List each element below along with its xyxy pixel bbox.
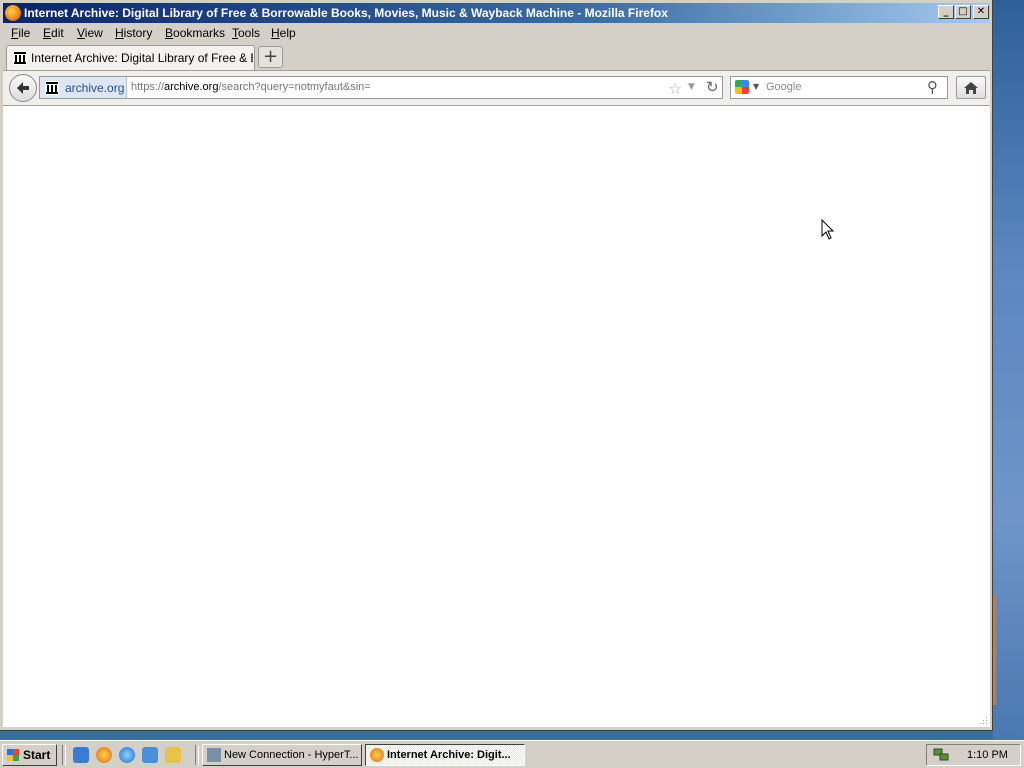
menu-file[interactable]: File bbox=[11, 26, 30, 40]
url-scheme: https:// bbox=[131, 81, 165, 93]
search-box[interactable]: ▼ Google ⚲ bbox=[730, 76, 948, 99]
home-icon bbox=[964, 82, 978, 94]
clock[interactable]: 1:10 PM bbox=[967, 749, 1008, 761]
search-icon[interactable]: ⚲ bbox=[927, 78, 938, 96]
menu-bookmarks[interactable]: Bookmarks bbox=[165, 26, 225, 40]
bookmark-star-icon[interactable]: ☆ bbox=[668, 79, 682, 98]
menu-edit[interactable]: Edit bbox=[43, 26, 64, 40]
url-bar[interactable]: archive.org https://archive.org/search?q… bbox=[39, 76, 723, 99]
identity-site-label: archive.org bbox=[65, 81, 125, 95]
taskbar-separator bbox=[195, 745, 199, 765]
network-icon[interactable] bbox=[933, 748, 949, 762]
firefox-icon[interactable] bbox=[96, 747, 112, 763]
menu-bar: File Edit View History Bookmarks Tools H… bbox=[3, 24, 990, 42]
title-bar[interactable]: Internet Archive: Digital Library of Fre… bbox=[3, 3, 990, 23]
history-dropmarker-icon[interactable]: ▼ bbox=[688, 82, 695, 92]
start-button[interactable]: Start bbox=[2, 744, 57, 766]
system-tray: 1:10 PM bbox=[926, 744, 1021, 766]
task-firefox[interactable]: Internet Archive: Digit... bbox=[365, 744, 525, 766]
explorer-icon[interactable] bbox=[165, 747, 181, 763]
desktop-background bbox=[993, 0, 1024, 740]
archive-icon bbox=[13, 51, 27, 65]
task-label: Internet Archive: Digit... bbox=[387, 749, 511, 761]
page-content[interactable] bbox=[3, 106, 990, 727]
firefox-icon bbox=[5, 5, 21, 21]
taskbar: Start New Connection - HyperT... Interne… bbox=[0, 740, 1024, 768]
new-tab-button[interactable]: + bbox=[258, 46, 283, 68]
window-title: Internet Archive: Digital Library of Fre… bbox=[24, 6, 668, 20]
desktop-accent bbox=[993, 595, 996, 705]
reload-icon[interactable]: ↻ bbox=[706, 78, 719, 96]
url-text[interactable]: https://archive.org/search?query=notmyfa… bbox=[131, 81, 371, 93]
firefox-icon bbox=[370, 748, 384, 762]
taskbar-separator bbox=[62, 745, 66, 765]
home-button[interactable] bbox=[956, 76, 986, 99]
tab-label: Internet Archive: Digital Library of Fre… bbox=[31, 51, 253, 65]
menu-history[interactable]: History bbox=[115, 26, 152, 40]
navigation-toolbar: archive.org https://archive.org/search?q… bbox=[3, 71, 990, 106]
site-identity-button[interactable]: archive.org bbox=[40, 77, 127, 98]
back-arrow-icon bbox=[17, 82, 29, 94]
windows-logo-icon bbox=[7, 749, 19, 761]
archive-icon bbox=[45, 81, 59, 95]
task-label: New Connection - HyperT... bbox=[224, 749, 359, 761]
ie-icon[interactable] bbox=[119, 747, 135, 763]
tab-strip: Internet Archive: Digital Library of Fre… bbox=[3, 43, 990, 71]
search-placeholder: Google bbox=[766, 81, 802, 93]
outlook-icon[interactable] bbox=[142, 747, 158, 763]
desktop-icon[interactable] bbox=[73, 747, 89, 763]
menu-help[interactable]: Help bbox=[271, 26, 296, 40]
firefox-window: Internet Archive: Digital Library of Fre… bbox=[0, 0, 993, 731]
tab-internet-archive[interactable]: Internet Archive: Digital Library of Fre… bbox=[6, 45, 255, 70]
hyperterminal-icon bbox=[207, 748, 221, 762]
menu-tools[interactable]: Tools bbox=[232, 26, 260, 40]
google-icon[interactable] bbox=[735, 80, 749, 94]
resize-grip-icon[interactable] bbox=[978, 715, 988, 725]
engine-dropdown-icon[interactable]: ▼ bbox=[753, 82, 759, 91]
start-label: Start bbox=[23, 748, 51, 762]
task-hyperterminal[interactable]: New Connection - HyperT... bbox=[202, 744, 362, 766]
back-button[interactable] bbox=[9, 74, 37, 102]
menu-view[interactable]: View bbox=[77, 26, 103, 40]
url-path: /search?query=notmyfaut&sin= bbox=[218, 81, 371, 93]
close-button[interactable]: ✕ bbox=[973, 5, 989, 19]
mouse-cursor-icon bbox=[821, 219, 835, 240]
url-host: archive.org bbox=[164, 81, 219, 93]
minimize-button[interactable]: _ bbox=[938, 5, 954, 19]
maximize-button[interactable]: □ bbox=[955, 5, 971, 19]
